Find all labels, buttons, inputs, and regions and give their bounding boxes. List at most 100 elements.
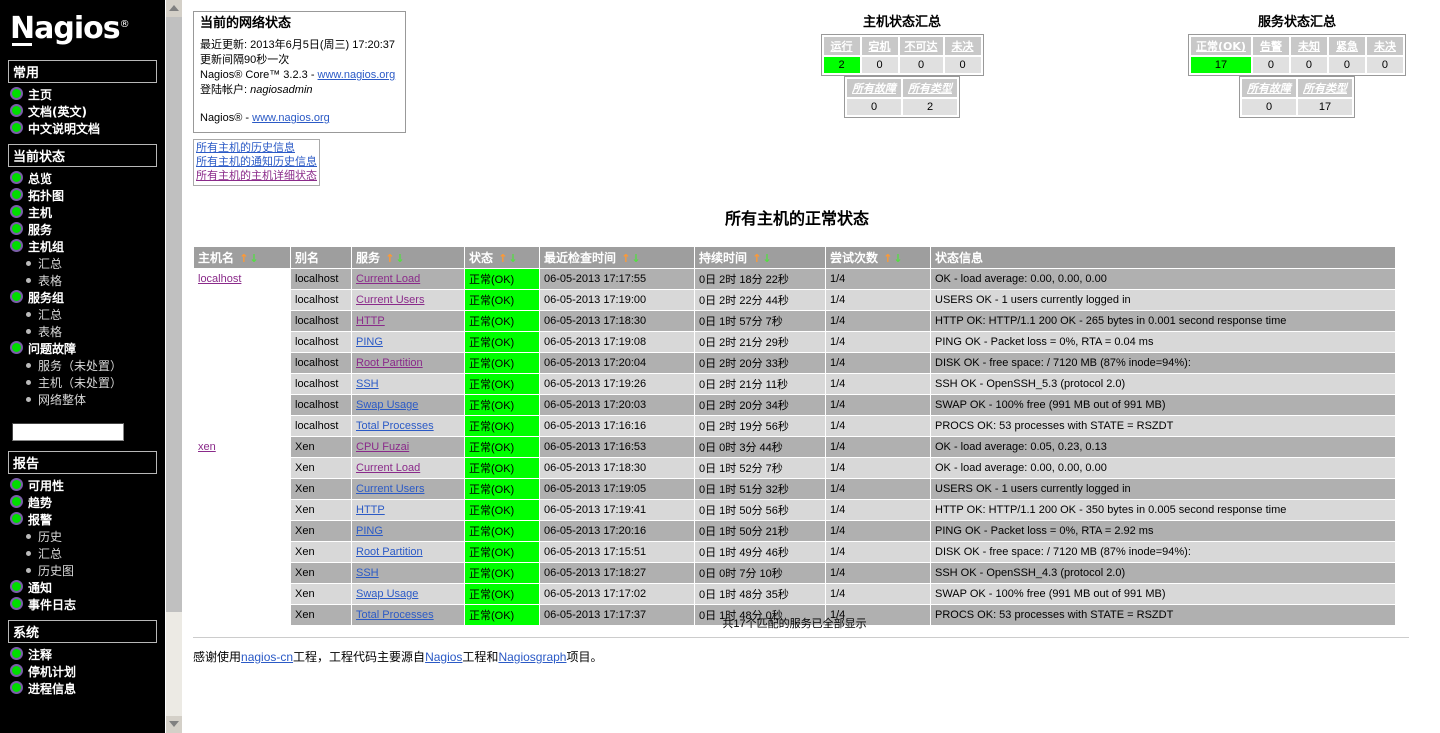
service-summary-sub-header-0[interactable]: 所有故障 [1242,79,1296,97]
sidebar-subitem-网络整体[interactable]: 网络整体 [38,393,86,407]
service-link[interactable]: Swap Usage [356,588,418,600]
cell-last-check: 06-05-2013 17:20:16 [540,521,694,541]
sort-ascending-icon[interactable]: ↑ [752,252,761,265]
host-summary-header-1[interactable]: 宕机 [861,37,898,55]
sidebar-item-主机组[interactable]: 主机组 [28,240,64,254]
sort-descending-icon[interactable]: ↓ [508,252,517,265]
sidebar-subitem-汇总[interactable]: 汇总 [38,308,62,322]
cell-last-check: 06-05-2013 17:16:53 [540,437,694,457]
sidebar-subitem-表格[interactable]: 表格 [38,274,62,288]
cell-service: Current Load [352,269,464,289]
sort-descending-icon[interactable]: ↓ [893,252,902,265]
host-summary-header-2[interactable]: 不可达 [899,37,943,55]
sort-descending-icon[interactable]: ↓ [631,252,640,265]
service-summary-header-4[interactable]: 未决 [1366,37,1403,55]
sidebar-item-主机[interactable]: 主机 [28,206,52,220]
sidebar-item: 报警 [10,512,165,529]
cell-alias: Xen [291,563,351,583]
page-title: 所有主机的正常状态 [724,209,869,228]
scrollbar-thumb[interactable] [166,17,183,612]
sidebar-item-进程信息[interactable]: 进程信息 [28,682,76,696]
sidebar-item-问题故障[interactable]: 问题故障 [28,342,76,356]
nagiosgraph-link[interactable]: Nagiosgraph [498,650,566,664]
service-link[interactable]: Current Load [356,273,420,285]
sidebar-item-可用性[interactable]: 可用性 [28,479,64,493]
sort-ascending-icon[interactable]: ↑ [883,252,892,265]
service-link[interactable]: Swap Usage [356,399,418,411]
sidebar-item-总览[interactable]: 总览 [28,172,52,186]
service-link[interactable]: Current Users [356,483,424,495]
sidebar-item-中文说明文档[interactable]: 中文说明文档 [28,122,100,136]
sidebar-subitem-表格[interactable]: 表格 [38,325,62,339]
sidebar-subitem-服务（未处置）[interactable]: 服务（未处置） [38,359,122,373]
service-link[interactable]: CPU Fuzai [356,441,409,453]
service-link[interactable]: Root Partition [356,357,423,369]
sort-ascending-icon[interactable]: ↑ [385,252,394,265]
sidebar-item-拓扑图[interactable]: 拓扑图 [28,189,64,203]
nagios-cn-link[interactable]: nagios-cn [241,650,293,664]
host-link[interactable]: localhost [198,273,241,285]
sidebar-section-list: 总览 拓扑图 主机 服务 主机组 汇总 表格 服务组 汇总 表格 问题故障 服务（未处置） 主机（未处置… [10,171,165,409]
service-summary-header-3[interactable]: 紧急 [1328,37,1365,55]
sidebar-item-趋势[interactable]: 趋势 [28,496,52,510]
sort-ascending-icon[interactable]: ↑ [621,252,630,265]
cell-duration: 0日 0时 7分 10秒 [695,563,825,583]
host-summary-sub-header-1[interactable]: 所有类型 [903,79,957,97]
host-summary-header-3[interactable]: 未决 [944,37,981,55]
sidebar-subitem-历史[interactable]: 历史 [38,530,62,544]
sidebar-item-通知[interactable]: 通知 [28,581,52,595]
bullet-icon [10,495,23,508]
host-link-2[interactable]: 所有主机的主机详细状态 [196,169,317,183]
sidebar-item-服务[interactable]: 服务 [28,223,52,237]
service-summary-table: 正常(OK) 告警 未知 紧急 未决 17 0 0 0 0 [1188,34,1406,76]
nagios-org-link-top[interactable]: www.nagios.org [318,69,396,81]
cell-status: 正常(OK) [465,395,539,415]
service-link[interactable]: Current Load [356,462,420,474]
scroll-down-button[interactable] [166,716,182,733]
service-summary-sub-header-1[interactable]: 所有类型 [1298,79,1352,97]
scroll-up-button[interactable] [166,0,182,17]
sidebar-subitem-主机（未处置）[interactable]: 主机（未处置） [38,376,122,390]
service-link[interactable]: SSH [356,378,379,390]
cell-status: 正常(OK) [465,542,539,562]
sort-ascending-icon[interactable]: ↑ [239,252,248,265]
sort-descending-icon[interactable]: ↓ [395,252,404,265]
sidebar-search-input[interactable] [12,423,124,441]
scrollbar-track[interactable] [166,612,182,716]
host-summary-sub-header-0[interactable]: 所有故障 [847,79,901,97]
host-summary-header-0[interactable]: 运行 [823,37,860,55]
nagios-logo[interactable]: Nagios® [0,0,165,54]
service-link[interactable]: PING [356,336,383,348]
frame-scrollbar[interactable] [165,0,183,733]
sort-descending-icon[interactable]: ↓ [762,252,771,265]
sidebar-item-报警[interactable]: 报警 [28,513,52,527]
sidebar-item-停机计划[interactable]: 停机计划 [28,665,76,679]
host-link[interactable]: xen [198,441,216,453]
sidebar-item-事件日志[interactable]: 事件日志 [28,598,76,612]
sub-bullet-icon [26,261,31,266]
sidebar-item-文档(英文)[interactable]: 文档(英文) [28,105,87,119]
sort-ascending-icon[interactable]: ↑ [498,252,507,265]
service-link[interactable]: Current Users [356,294,424,306]
cell-status: 正常(OK) [465,500,539,520]
service-link[interactable]: Total Processes [356,420,434,432]
host-link-0[interactable]: 所有主机的历史信息 [196,141,317,155]
sidebar-subitem-历史图[interactable]: 历史图 [38,564,74,578]
sidebar-item-注释[interactable]: 注释 [28,648,52,662]
service-link[interactable]: HTTP [356,315,385,327]
sidebar-item-服务组[interactable]: 服务组 [28,291,64,305]
service-link[interactable]: Root Partition [356,546,423,558]
service-summary-header-0[interactable]: 正常(OK) [1191,37,1251,55]
sidebar-subitem-汇总[interactable]: 汇总 [38,547,62,561]
sidebar-item-主页[interactable]: 主页 [28,88,52,102]
host-link-1[interactable]: 所有主机的通知历史信息 [196,155,317,169]
nagios-link[interactable]: Nagios [425,650,462,664]
service-summary-header-2[interactable]: 未知 [1290,37,1327,55]
service-link[interactable]: SSH [356,567,379,579]
service-summary-header-1[interactable]: 告警 [1252,37,1289,55]
sidebar-subitem-汇总[interactable]: 汇总 [38,257,62,271]
service-link[interactable]: PING [356,525,383,537]
service-link[interactable]: HTTP [356,504,385,516]
sort-descending-icon[interactable]: ↓ [249,252,258,265]
nagios-org-link-bottom[interactable]: www.nagios.org [252,112,330,124]
